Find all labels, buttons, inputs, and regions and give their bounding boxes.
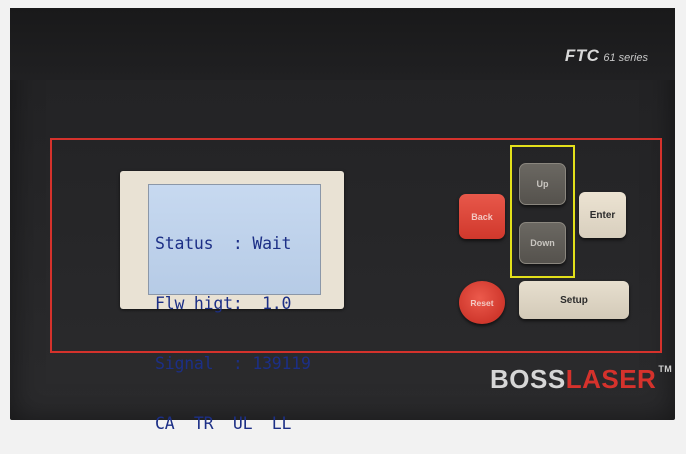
trademark-symbol: TM <box>658 364 673 374</box>
model-name: FTC <box>564 46 600 65</box>
brand-name-laser: LASER <box>565 364 657 394</box>
reset-button[interactable]: Reset <box>459 281 505 324</box>
panel-top-band <box>10 8 675 80</box>
lcd-line-signal: Signal : 139119 <box>155 354 311 373</box>
brand-logo: BOSSLASER TM <box>490 364 672 395</box>
model-series: 61 series <box>603 52 648 64</box>
lcd-line-status: Status : Wait <box>155 234 292 253</box>
model-label: FTC 61 series <box>565 46 648 66</box>
enter-button[interactable]: Enter <box>579 192 626 238</box>
lcd-line-flow-height: Flw higt: 1.0 <box>155 294 292 313</box>
back-button[interactable]: Back <box>459 194 505 239</box>
down-button[interactable]: Down <box>519 222 566 264</box>
up-button[interactable]: Up <box>519 163 566 205</box>
brand-name-boss: BOSS <box>490 364 566 394</box>
lcd-display: Status : Wait Flw higt: 1.0 Signal : 139… <box>148 184 321 433</box>
setup-button[interactable]: Setup <box>519 281 629 319</box>
lcd-line-menu: CA TR UL LL <box>155 414 292 433</box>
